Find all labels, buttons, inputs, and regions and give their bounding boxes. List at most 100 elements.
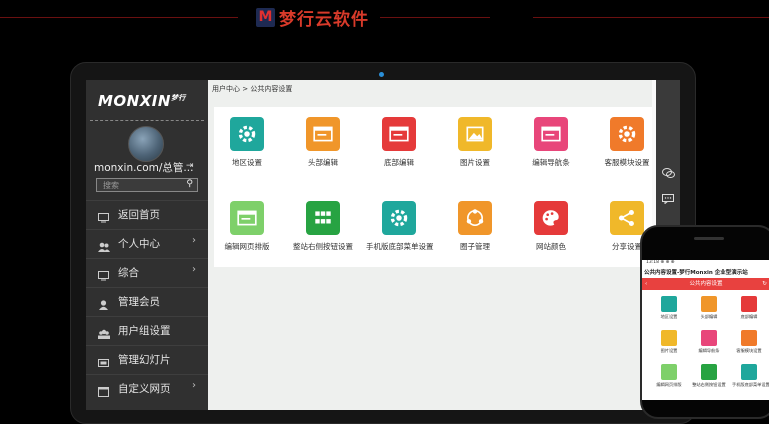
phone-tile-icon: [741, 364, 757, 380]
banner-line-right: [533, 17, 769, 18]
phone-tile-icon: [741, 296, 757, 312]
phone-tile[interactable]: 编辑导航条: [692, 330, 726, 354]
phone-status-bar: 13:18 ⊕ ⊕ ⊕: [646, 260, 675, 265]
sidebar-item-6[interactable]: 管理幻灯片: [86, 345, 208, 373]
sidebar-item-1[interactable]: 返回首页: [86, 200, 208, 228]
settings-tile[interactable]: 客服模块设置: [594, 117, 660, 168]
tile-icon-box: [458, 117, 492, 151]
phone-tile[interactable]: 图片设置: [652, 330, 686, 354]
sidebar-logo[interactable]: MONXIN梦行: [98, 92, 186, 110]
settings-tile[interactable]: 底部编辑: [366, 117, 432, 168]
tile-icon-box: [230, 117, 264, 151]
tile-label: 整站右侧按钮设置: [293, 242, 353, 251]
phone-tile-icon: [661, 364, 677, 380]
sidebar-item-label: 自定义网页: [118, 383, 171, 395]
phone-tile-label: 编辑导航条: [698, 348, 720, 353]
sidebar-item-2[interactable]: 个人中心 ›: [86, 229, 208, 257]
phone-tile-label: 地区设置: [660, 314, 678, 319]
avatar[interactable]: [128, 126, 164, 162]
sidebar-divider: [90, 120, 204, 121]
phone-tile[interactable]: 地区设置: [652, 296, 686, 320]
phone-tile[interactable]: 编辑网页排版: [652, 364, 686, 388]
browser-icon: [540, 123, 562, 145]
settings-tile[interactable]: 圈子管理: [442, 201, 508, 252]
brand-text: 梦行云软件: [279, 9, 369, 30]
brand-mark: M: [256, 7, 275, 27]
banner-line-left: [0, 17, 238, 18]
back-icon[interactable]: ‹: [645, 278, 647, 290]
tile-icon-box: [610, 201, 644, 235]
browser-icon: [312, 123, 334, 145]
user-icon: [98, 295, 109, 310]
tile-label: 客服模块设置: [604, 158, 650, 167]
settings-tile[interactable]: 编辑网页排版: [214, 201, 280, 252]
tile-icon-box: [382, 201, 416, 235]
refresh-icon[interactable]: ↻: [762, 278, 767, 290]
tile-label: 头部编辑: [308, 158, 338, 167]
settings-tile[interactable]: 编辑导航条: [518, 117, 584, 168]
logo-sub: 梦行: [170, 94, 186, 102]
settings-tile[interactable]: 图片设置: [442, 117, 508, 168]
sidebar-item-7[interactable]: 自定义网页 ›: [86, 374, 208, 402]
palette-icon: [540, 207, 562, 229]
sidebar-item-5[interactable]: 用户组设置: [86, 316, 208, 344]
tile-icon-box: [610, 117, 644, 151]
phone-tile-label: 整站右侧按钮设置: [692, 382, 726, 387]
logout-icon[interactable]: ⇥: [186, 161, 194, 171]
settings-tile[interactable]: 网站颜色: [518, 201, 584, 252]
phone-tile-icon: [701, 296, 717, 312]
tile-label: 网站颜色: [536, 242, 566, 251]
phone-tile[interactable]: 头部编辑: [692, 296, 726, 320]
logo-text: MONXIN: [98, 92, 171, 110]
tile-icon-box: [230, 201, 264, 235]
settings-tile[interactable]: 头部编辑: [290, 117, 356, 168]
monitor-icon: [98, 266, 109, 281]
tile-icon-box: [306, 201, 340, 235]
sidebar-item-3[interactable]: 综合 ›: [86, 258, 208, 286]
circle-icon: [464, 207, 486, 229]
tile-icon-box: [534, 201, 568, 235]
gear-icon: [388, 207, 410, 229]
tile-icon-box: [534, 117, 568, 151]
phone-tile-icon: [741, 330, 757, 346]
slides-icon: [98, 353, 109, 367]
phone-tile-icon: [701, 330, 717, 346]
sidebar-item-label: 管理幻灯片: [118, 354, 171, 366]
tile-icon-box: [306, 117, 340, 151]
phone-header: ‹ 公共内容设置 ↻: [642, 278, 769, 290]
phone-tile[interactable]: 底部编辑: [732, 296, 766, 320]
settings-tile[interactable]: 整站右侧按钮设置: [290, 201, 356, 252]
sidebar-item-label: 用户组设置: [118, 325, 171, 337]
phone-tile[interactable]: 手机版底部菜单设置: [732, 364, 769, 388]
phone-tile[interactable]: 整站右侧按钮设置: [692, 364, 726, 388]
phone-tile-icon: [661, 296, 677, 312]
search-input[interactable]: 搜索 ⚲: [96, 178, 198, 192]
username[interactable]: monxin.com/总管...: [94, 160, 193, 175]
phone-tile[interactable]: 客服模块设置: [732, 330, 766, 354]
phone-screen: 13:18 ⊕ ⊕ ⊕ 公共内容设置-梦行Monxin 企业型演示站 ‹ 公共内…: [642, 260, 769, 400]
page-icon: [98, 382, 109, 397]
message-icon[interactable]: [662, 194, 674, 204]
tile-label: 编辑网页排版: [224, 242, 270, 251]
phone-tile-label: 图片设置: [660, 348, 678, 353]
sidebar-item-4[interactable]: 管理会员: [86, 287, 208, 315]
search-placeholder: 搜索: [103, 181, 119, 190]
sidebar-item-label: 综合: [118, 267, 139, 279]
phone-header-title: 公共内容设置: [689, 281, 723, 287]
users-icon: [98, 237, 110, 252]
tile-label: 地区设置: [232, 158, 262, 167]
browser-icon: [236, 207, 258, 229]
phone-tile-label: 客服模块设置: [736, 348, 762, 353]
sidebar-item-label: 管理会员: [118, 296, 160, 308]
wechat-icon[interactable]: [662, 168, 675, 178]
settings-tile[interactable]: 手机版底部菜单设置: [366, 201, 434, 252]
sidebar-item-label: 个人中心: [118, 238, 160, 250]
tile-label: 底部编辑: [384, 158, 414, 167]
brand-logo: M 梦行云软件: [256, 6, 369, 30]
tile-icon-box: [382, 117, 416, 151]
settings-tile[interactable]: 地区设置: [214, 117, 280, 168]
gear-icon: [236, 123, 258, 145]
search-icon[interactable]: ⚲: [186, 179, 193, 189]
breadcrumb: 用户中心 > 公共内容设置: [212, 85, 293, 93]
tile-label: 图片设置: [460, 158, 490, 167]
